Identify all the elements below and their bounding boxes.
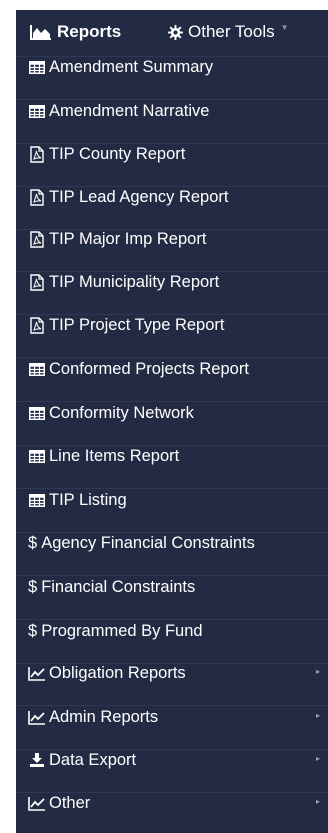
menu-item-financial-constraints[interactable]: $ Financial Constraints: [28, 572, 324, 602]
menu-item-label: Financial Constraints: [41, 577, 196, 596]
table-icon: [28, 104, 46, 118]
menu-item-obligation-reports[interactable]: Obligation Reports ▸: [28, 658, 324, 688]
menu-item-label: Amendment Narrative: [49, 101, 210, 120]
menu-item-tip-major-imp-report[interactable]: TIP Major Imp Report: [28, 224, 324, 254]
chevron-down-icon: ▼: [280, 22, 289, 32]
menu-item-label: Obligation Reports: [49, 663, 186, 682]
menu-item-label: TIP Listing: [49, 490, 127, 509]
tab-other-tools[interactable]: Other Tools ▼: [168, 22, 289, 42]
pdf-file-icon: [28, 273, 46, 291]
line-chart-icon: [28, 710, 46, 725]
chevron-right-icon: ▸: [315, 797, 320, 806]
reports-dropdown-menu: Reports Other Tools ▼ Amendment Summary …: [16, 10, 328, 833]
dollar-icon: $: [28, 533, 38, 552]
menu-item-tip-municipality-report[interactable]: TIP Municipality Report: [28, 267, 324, 297]
menu-item-data-export[interactable]: Data Export ▸: [28, 745, 324, 775]
download-icon: [28, 752, 46, 768]
table-icon: [28, 493, 46, 507]
menu-item-conformity-network[interactable]: Conformity Network: [28, 398, 324, 428]
line-chart-icon: [28, 666, 46, 681]
chevron-right-icon: ▸: [315, 754, 320, 763]
menu-item-label: TIP Project Type Report: [49, 315, 225, 334]
menu-item-label: TIP Municipality Report: [49, 272, 220, 291]
menu-item-tip-listing[interactable]: TIP Listing: [28, 485, 324, 515]
menu-item-label: TIP Lead Agency Report: [49, 187, 229, 206]
menu-item-other[interactable]: Other ▸: [28, 788, 324, 818]
tab-reports[interactable]: Reports: [30, 22, 121, 42]
menu-item-label: Admin Reports: [49, 707, 159, 726]
menu-item-line-items-report[interactable]: Line Items Report: [28, 441, 324, 471]
pdf-file-icon: [28, 145, 46, 163]
table-icon: [28, 449, 46, 463]
menu-item-programmed-by-fund[interactable]: $ Programmed By Fund: [28, 616, 324, 646]
menu-item-admin-reports[interactable]: Admin Reports ▸: [28, 702, 324, 732]
menu-item-label: Amendment Summary: [49, 57, 214, 76]
menu-item-agency-financial-constraints[interactable]: $ Agency Financial Constraints: [28, 528, 324, 558]
menu-item-label: Data Export: [49, 750, 137, 769]
menu-item-label: Agency Financial Constraints: [41, 533, 255, 552]
menu-item-label: Line Items Report: [49, 446, 180, 465]
menu-item-conformed-projects-report[interactable]: Conformed Projects Report: [28, 354, 324, 384]
pdf-file-icon: [28, 188, 46, 206]
tab-reports-label: Reports: [57, 22, 122, 41]
pdf-file-icon: [28, 230, 46, 248]
menu-topbar: Reports Other Tools ▼: [16, 10, 328, 56]
menu-item-tip-project-type-report[interactable]: TIP Project Type Report: [28, 310, 324, 340]
table-icon: [28, 406, 46, 420]
menu-item-label: TIP Major Imp Report: [49, 229, 207, 248]
gear-icon: [168, 24, 183, 40]
menu-item-amendment-narrative[interactable]: Amendment Narrative: [28, 96, 324, 126]
menu-item-tip-lead-agency-report[interactable]: TIP Lead Agency Report: [28, 182, 324, 212]
menu-item-label: Conformed Projects Report: [49, 359, 249, 378]
chevron-right-icon: ▸: [315, 667, 320, 676]
pdf-file-icon: [28, 316, 46, 334]
table-icon: [28, 60, 46, 74]
menu-item-label: Conformity Network: [49, 403, 194, 422]
line-chart-icon: [28, 796, 46, 811]
menu-item-label: Other: [49, 793, 91, 812]
dollar-icon: $: [28, 621, 38, 640]
menu-item-label: Programmed By Fund: [41, 621, 203, 640]
table-icon: [28, 362, 46, 376]
area-chart-icon: [30, 24, 52, 40]
menu-item-tip-county-report[interactable]: TIP County Report: [28, 139, 324, 169]
tab-other-tools-label: Other Tools: [188, 22, 275, 41]
menu-item-amendment-summary[interactable]: Amendment Summary: [28, 52, 324, 82]
chevron-right-icon: ▸: [315, 711, 320, 720]
dollar-icon: $: [28, 577, 38, 596]
menu-item-label: TIP County Report: [49, 144, 186, 163]
